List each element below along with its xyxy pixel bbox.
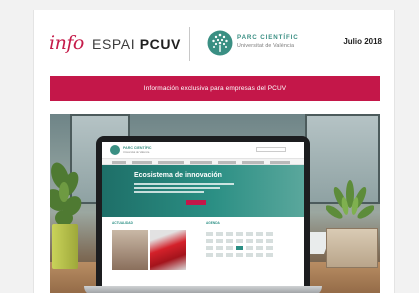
logo-pcuv-word: PCUV bbox=[139, 36, 181, 52]
hero-photo[interactable]: PARC CIENTÍFIC Universitat de València E… bbox=[50, 114, 380, 293]
mini-parc-logo-icon bbox=[110, 145, 120, 155]
mini-hero-button bbox=[186, 200, 206, 205]
header-divider bbox=[189, 27, 190, 61]
mini-news-heading: ACTUALIDAD bbox=[112, 221, 133, 225]
laptop-base bbox=[84, 286, 322, 293]
info-logo-text: info bbox=[49, 32, 84, 54]
mini-hero-text-line bbox=[134, 191, 204, 193]
mini-hero-text-line bbox=[134, 187, 220, 189]
exclusive-info-banner[interactable]: Información exclusiva para empresas del … bbox=[50, 76, 380, 101]
mini-site-header: PARC CIENTÍFIC Universitat de València bbox=[102, 142, 304, 158]
newsletter-page: info ESPAI PCUV PARC CIENTÍFIC Universit… bbox=[33, 10, 395, 293]
mini-hero-title: Ecosistema de innovación bbox=[134, 172, 222, 179]
parc-cientific-tree-icon bbox=[207, 30, 233, 56]
espai-pcuv-logo: ESPAI PCUV bbox=[92, 36, 181, 52]
banner-text: Información exclusiva para empresas del … bbox=[143, 85, 287, 92]
logo-espai-word: ESPAI bbox=[92, 36, 136, 52]
mini-news-photo bbox=[112, 230, 148, 270]
potted-plant-right bbox=[326, 180, 374, 219]
plant-pot-left bbox=[52, 224, 78, 269]
mini-agenda-calendar bbox=[206, 228, 286, 272]
mini-news-photo bbox=[150, 230, 186, 270]
parc-subtitle: Universitat de València bbox=[237, 43, 295, 49]
laptop-screen: PARC CIENTÍFIC Universitat de València E… bbox=[102, 142, 304, 288]
parc-title: PARC CIENTÍFIC bbox=[237, 34, 299, 41]
mini-site-brand-sub: Universitat de València bbox=[123, 151, 150, 154]
mini-agenda-heading: AGENDA bbox=[206, 221, 220, 225]
newsletter-header: info ESPAI PCUV PARC CIENTÍFIC Universit… bbox=[34, 10, 394, 74]
issue-date: Julio 2018 bbox=[343, 37, 382, 46]
mini-search-box bbox=[256, 147, 286, 152]
mini-site-nav bbox=[102, 158, 304, 165]
mini-hero-text-line bbox=[134, 183, 234, 185]
mini-site-brand: PARC CIENTÍFIC bbox=[123, 146, 152, 150]
laptop: PARC CIENTÍFIC Universitat de València E… bbox=[96, 136, 310, 288]
wooden-planter-box bbox=[326, 228, 378, 268]
